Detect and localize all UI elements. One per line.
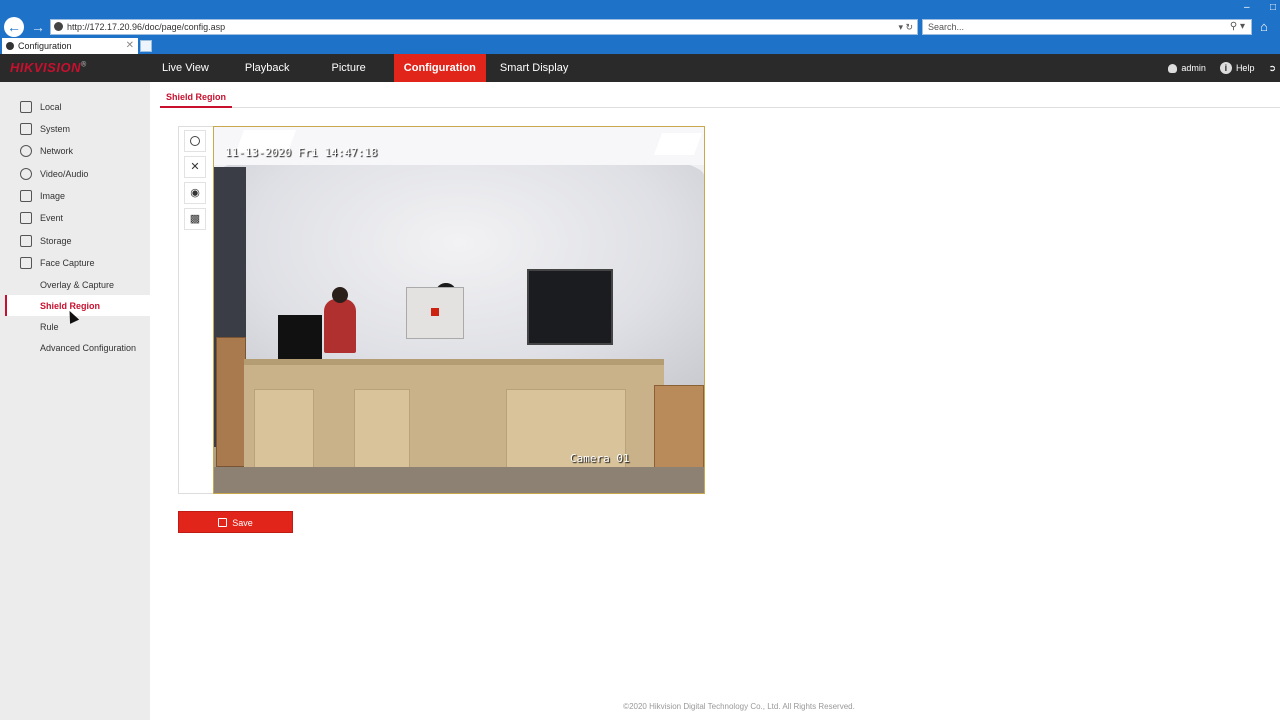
sidebar: Local System Network Video/Audio Image E… bbox=[0, 82, 150, 720]
info-icon: i bbox=[1219, 62, 1232, 74]
sidebar-item-label: Face Capture bbox=[40, 258, 95, 268]
record-button[interactable]: ▩ bbox=[184, 208, 206, 230]
browser-search-input[interactable]: Search... ⚲ ▾ bbox=[922, 19, 1252, 35]
nav-picture[interactable]: Picture bbox=[320, 54, 394, 82]
person-head bbox=[332, 287, 348, 303]
system-icon bbox=[20, 123, 32, 135]
home-icon[interactable]: ⌂ bbox=[1260, 19, 1268, 34]
logout-icon[interactable]: ➲ bbox=[1268, 63, 1276, 74]
live-video-feed[interactable]: 11-13-2020 Fri 14:47:18 Camera 01 bbox=[213, 126, 705, 494]
browser-tab-bar: Configuration ✕ bbox=[0, 38, 1280, 54]
sidebar-item-label: Network bbox=[40, 146, 74, 156]
site-icon bbox=[54, 22, 63, 31]
face-icon bbox=[20, 257, 32, 269]
sidebar-item-local[interactable]: Local bbox=[20, 98, 62, 116]
user-icon bbox=[1168, 63, 1178, 73]
video-floor bbox=[214, 467, 704, 493]
sidebar-item-label: System bbox=[40, 124, 71, 134]
save-icon bbox=[218, 518, 228, 527]
nav-smart-display[interactable]: Smart Display bbox=[486, 54, 582, 82]
video-person bbox=[324, 287, 356, 353]
back-button[interactable]: ← bbox=[4, 17, 24, 37]
sidebar-item-label: Event bbox=[40, 213, 64, 223]
video-monitor bbox=[527, 269, 613, 345]
sidebar-item-label: Storage bbox=[40, 236, 72, 246]
video-boxes bbox=[216, 337, 246, 467]
forward-button[interactable]: → bbox=[28, 17, 48, 37]
browser-toolbar: ← → http://172.17.20.96/doc/page/config.… bbox=[0, 0, 1280, 38]
minimize-icon[interactable]: – bbox=[1244, 2, 1250, 13]
sidebar-item-label: Video/Audio bbox=[40, 169, 89, 179]
sidebar-item-network[interactable]: Network bbox=[20, 142, 73, 160]
sidebar-item-video-audio[interactable]: Video/Audio bbox=[20, 165, 88, 183]
sidebar-item-label: Image bbox=[40, 191, 66, 201]
tab-shield-region[interactable]: Shield Region bbox=[160, 88, 232, 108]
user-menu[interactable]: admin bbox=[1168, 63, 1206, 73]
restore-icon[interactable]: □ bbox=[1270, 2, 1276, 13]
hikvision-logo: HIKVISION® bbox=[10, 60, 87, 75]
calendar-icon bbox=[20, 212, 32, 224]
snapshot-button[interactable]: ◉ bbox=[184, 182, 206, 204]
video-camera-icon: ▩ bbox=[189, 213, 201, 225]
sidebar-item-storage[interactable]: Storage bbox=[20, 232, 72, 250]
clear-all-button[interactable]: ✕ bbox=[184, 156, 206, 178]
monitor-icon bbox=[20, 101, 32, 113]
laptop-logo bbox=[431, 308, 439, 316]
close-tab-icon[interactable]: ✕ bbox=[126, 38, 134, 54]
video-screen bbox=[278, 315, 322, 359]
browser-tab[interactable]: Configuration ✕ bbox=[2, 38, 138, 54]
mic-icon bbox=[20, 168, 32, 180]
sidebar-item-system[interactable]: System bbox=[20, 120, 70, 138]
desk-panel bbox=[254, 389, 314, 469]
tab-favicon-icon bbox=[6, 42, 14, 50]
sidebar-item-label: Local bbox=[40, 102, 62, 112]
draw-area-icon bbox=[190, 136, 200, 147]
footer-copyright: ©2020 Hikvision Digital Technology Co., … bbox=[623, 702, 855, 711]
tab-title: Configuration bbox=[18, 41, 72, 51]
nav-configuration[interactable]: Configuration bbox=[393, 54, 486, 82]
help-link[interactable]: i Help bbox=[1219, 62, 1255, 74]
sidebar-item-image[interactable]: Image bbox=[20, 187, 65, 205]
clear-icon: ✕ bbox=[190, 161, 200, 173]
header-right: admin i Help ➲ bbox=[1168, 54, 1280, 82]
refresh-icon[interactable]: ▾ ↻ bbox=[898, 20, 913, 34]
sidebar-sub-rule[interactable]: Rule bbox=[40, 322, 59, 332]
draw-area-button[interactable] bbox=[184, 130, 206, 152]
sidebar-item-face-capture[interactable]: Face Capture bbox=[20, 254, 95, 272]
osd-camera-label: Camera 01 bbox=[570, 452, 630, 465]
image-icon bbox=[20, 190, 32, 202]
sidebar-sub-advanced-configuration[interactable]: Advanced Configuration bbox=[40, 343, 136, 353]
search-icon[interactable]: ⚲ ▾ bbox=[1230, 20, 1245, 34]
storage-icon bbox=[20, 235, 32, 247]
video-toolbar: ✕ ◉ ▩ bbox=[184, 130, 206, 234]
app-header: HIKVISION® Live View Playback Picture Co… bbox=[0, 54, 1280, 82]
new-tab-button[interactable] bbox=[140, 40, 152, 52]
globe-icon bbox=[20, 145, 32, 157]
main-nav: Live View Playback Picture Configuration… bbox=[148, 54, 582, 82]
url-text: http://172.17.20.96/doc/page/config.asp bbox=[67, 22, 226, 32]
sidebar-sub-overlay-capture[interactable]: Overlay & Capture bbox=[40, 280, 114, 290]
camera-icon: ◉ bbox=[190, 187, 200, 199]
ceiling-light bbox=[653, 133, 703, 155]
help-label: Help bbox=[1235, 63, 1255, 73]
address-bar[interactable]: http://172.17.20.96/doc/page/config.asp … bbox=[50, 19, 918, 35]
username: admin bbox=[1181, 63, 1206, 73]
osd-timestamp: 11-13-2020 Fri 14:47:18 bbox=[225, 146, 378, 159]
nav-playback[interactable]: Playback bbox=[223, 54, 320, 82]
save-label: Save bbox=[232, 518, 253, 528]
video-laptop bbox=[406, 287, 464, 339]
desk-panel bbox=[354, 389, 410, 469]
nav-live-view[interactable]: Live View bbox=[148, 54, 223, 82]
search-placeholder: Search... bbox=[928, 22, 965, 32]
save-button[interactable]: Save bbox=[178, 511, 293, 533]
tab-divider bbox=[232, 107, 1280, 108]
sidebar-item-event[interactable]: Event bbox=[20, 209, 63, 227]
